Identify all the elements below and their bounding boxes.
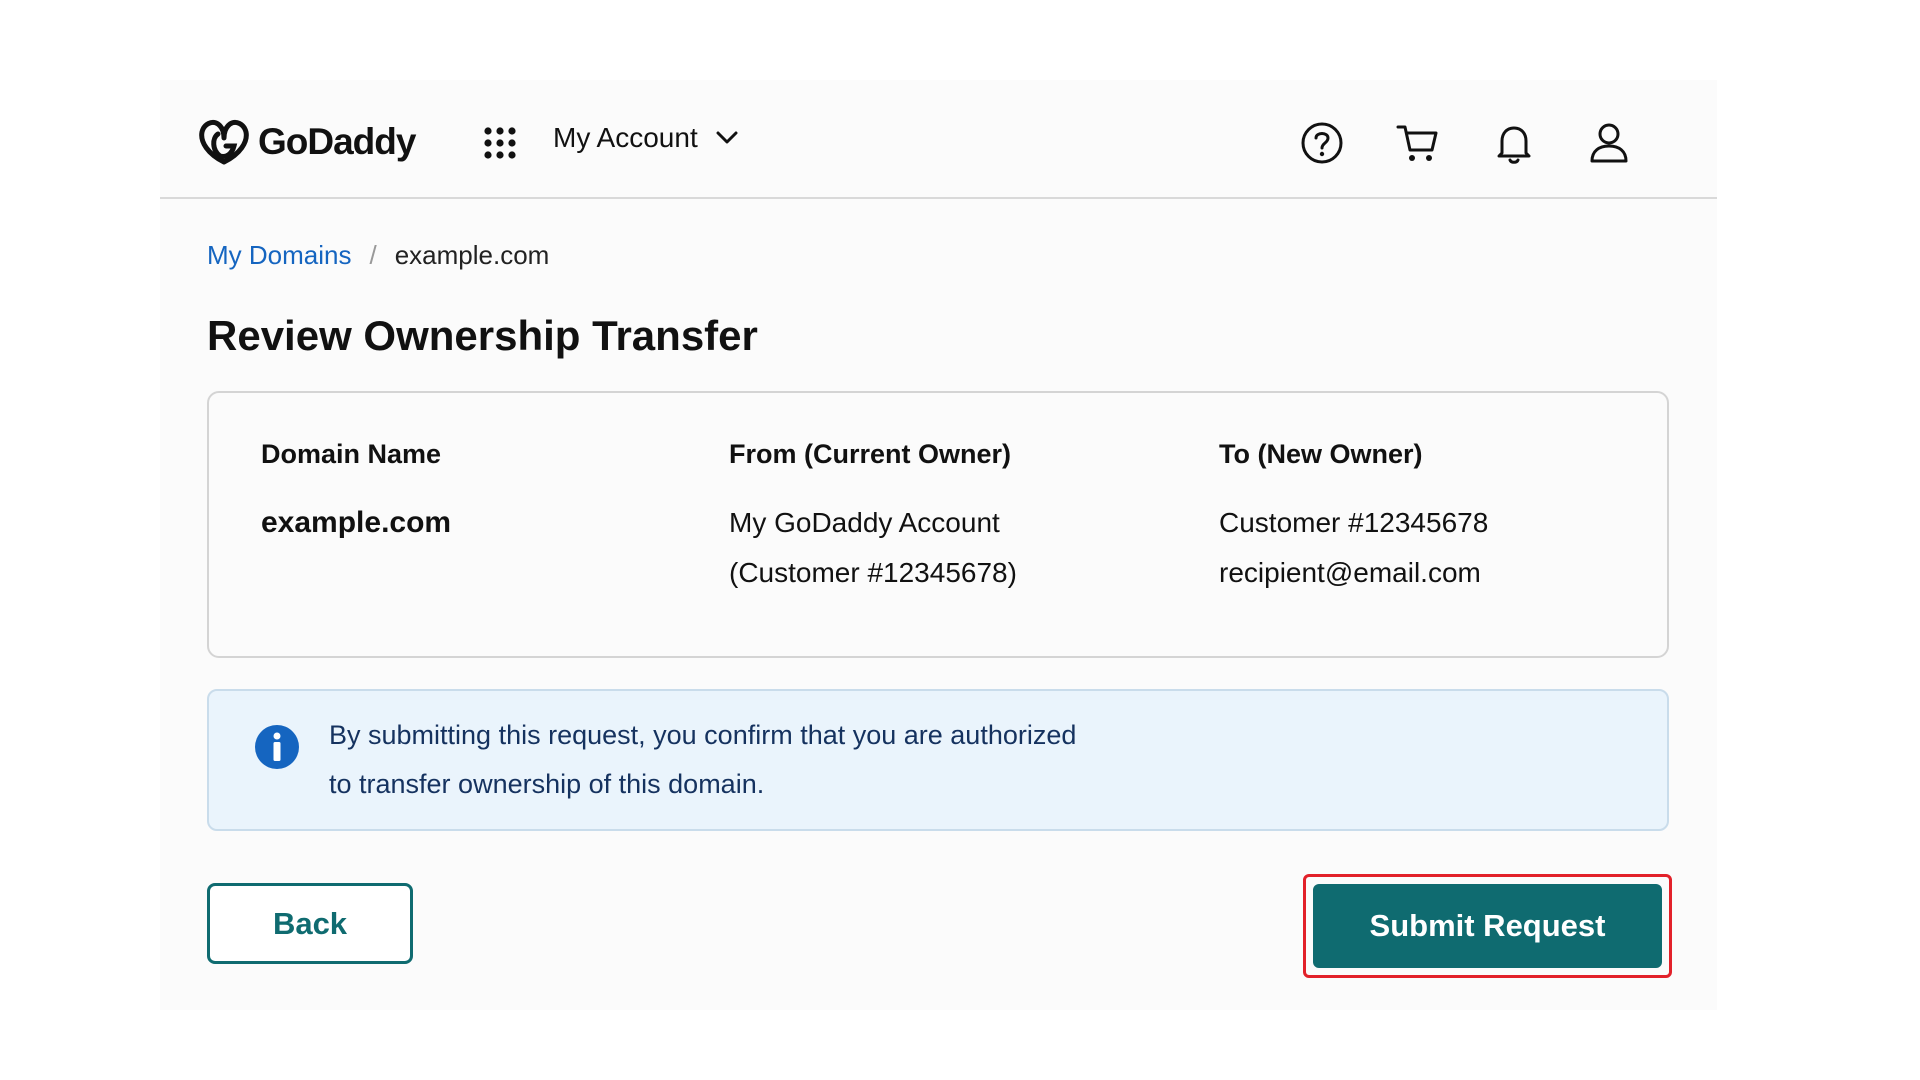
new-owner-header: To (New Owner) [1219,439,1423,469]
current-owner-customer-id: (Customer #12345678) [729,557,1017,588]
my-account-menu[interactable]: My Account [553,122,738,154]
account-menu-label: My Account [553,122,698,153]
transfer-summary-card: Domain Name example.com From (Current Ow… [207,391,1669,658]
godaddy-logo[interactable]: GoDaddy [198,118,416,166]
new-owner-customer-id: Customer #12345678 [1219,507,1489,538]
user-account-icon[interactable] [1586,120,1632,166]
notice-text: By submitting this request, you confirm … [329,711,1529,809]
godaddy-logo-icon [199,119,249,165]
current-owner-value: My GoDaddy Account (Customer #12345678) [729,498,1017,598]
domain-name-header: Domain Name [261,439,442,469]
authorization-notice: By submitting this request, you confirm … [207,689,1669,831]
logo-text: GoDaddy [258,121,416,162]
submit-request-button[interactable]: Submit Request [1313,884,1662,968]
page: GoDaddy My Account My Domains / example.… [160,80,1717,1010]
top-navigation-bar: GoDaddy My Account [160,80,1717,199]
domain-name-value: example.com [261,506,452,539]
breadcrumb-separator: / [369,240,377,270]
new-owner-value: Customer #12345678 recipient@email.com [1219,498,1488,598]
breadcrumb-my-domains-link[interactable]: My Domains [207,240,351,271]
back-button[interactable]: Back [207,883,413,964]
bell-icon[interactable] [1491,120,1537,166]
breadcrumb: My Domains / example.com [207,240,549,271]
apps-grid-icon[interactable] [483,126,517,160]
new-owner-column: To (New Owner) Customer #12345678 recipi… [1219,439,1488,598]
notice-line-1: By submitting this request, you confirm … [329,720,1077,750]
new-owner-email: recipient@email.com [1219,557,1481,588]
info-icon [255,725,299,769]
current-owner-header: From (Current Owner) [729,439,1012,469]
current-owner-column: From (Current Owner) My GoDaddy Account … [729,439,1017,598]
notice-line-2: to transfer ownership of this domain. [329,769,765,799]
help-icon[interactable] [1299,120,1345,166]
cart-icon[interactable] [1395,120,1441,166]
page-title: Review Ownership Transfer [207,312,758,359]
current-owner-account: My GoDaddy Account [729,507,1000,538]
domain-column: Domain Name example.com [261,439,451,548]
chevron-down-icon [716,131,738,144]
breadcrumb-current: example.com [394,240,550,270]
